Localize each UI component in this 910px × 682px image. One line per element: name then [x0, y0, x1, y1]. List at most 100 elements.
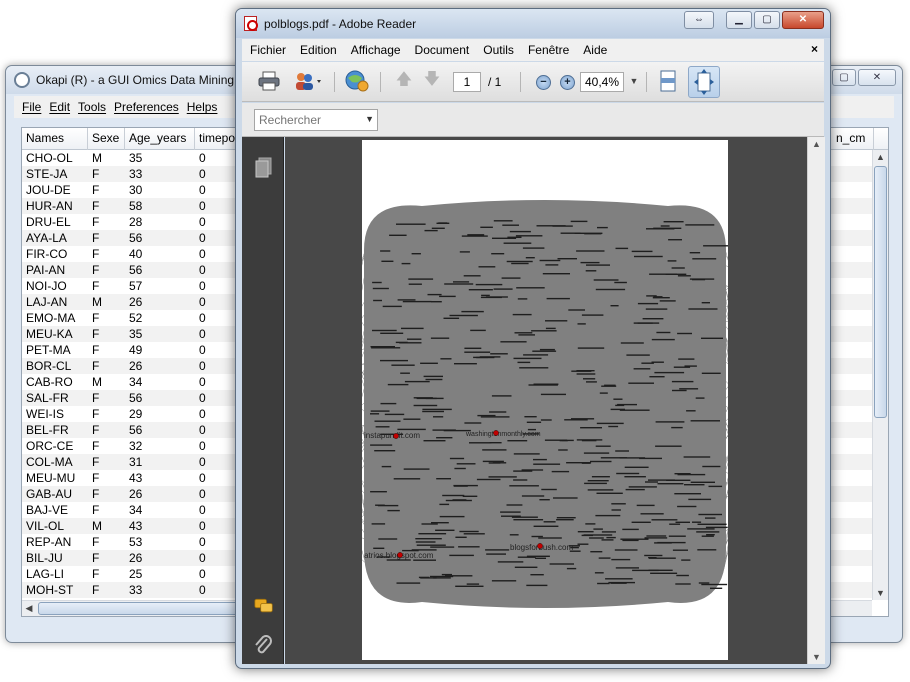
cell-age-years[interactable]: 43	[125, 470, 142, 486]
cell-sexe[interactable]: F	[88, 454, 99, 470]
cell-age-years[interactable]: 57	[125, 278, 142, 294]
reader-minimize-button[interactable]: ▁	[726, 11, 752, 29]
paperclip-icon[interactable]	[254, 635, 274, 657]
cell-sexe[interactable]: F	[88, 502, 99, 518]
cell-sexe[interactable]: F	[88, 278, 99, 294]
cell-names[interactable]: DRU-EL	[22, 214, 71, 230]
column-header-names[interactable]: Names	[22, 128, 88, 150]
reader-close-button[interactable]: ✕	[782, 11, 824, 29]
cell-age-years[interactable]: 26	[125, 294, 142, 310]
okapi-menu-file[interactable]: File	[22, 100, 41, 114]
cell-age-years[interactable]: 49	[125, 342, 142, 358]
cell-sexe[interactable]: F	[88, 470, 99, 486]
cell-names[interactable]: SAL-FR	[22, 390, 69, 406]
search-dropdown-chevron-icon[interactable]: ▼	[365, 114, 374, 124]
cell-names[interactable]: LAG-LI	[22, 566, 64, 582]
cell-timepoint[interactable]: 0	[195, 278, 206, 294]
cell-names[interactable]: COL-MA	[22, 454, 73, 470]
fit-width-icon[interactable]	[656, 70, 680, 92]
close-document-button[interactable]: ×	[811, 42, 818, 56]
menu-affichage[interactable]: Affichage	[351, 43, 401, 57]
cell-age-years[interactable]: 56	[125, 262, 142, 278]
cell-age-years[interactable]: 56	[125, 230, 142, 246]
cell-names[interactable]: BOR-CL	[22, 358, 71, 374]
cell-sexe[interactable]: F	[88, 182, 99, 198]
globe-icon[interactable]	[342, 70, 372, 92]
cell-timepoint[interactable]: 0	[195, 358, 206, 374]
menu-edition[interactable]: Edition	[300, 43, 337, 57]
cell-names[interactable]: NOI-JO	[22, 278, 67, 294]
cell-age-years[interactable]: 30	[125, 182, 142, 198]
menu-document[interactable]: Document	[415, 43, 470, 57]
okapi-vertical-scroll-thumb[interactable]	[874, 166, 887, 418]
cell-timepoint[interactable]: 0	[195, 438, 206, 454]
cell-sexe[interactable]: F	[88, 310, 99, 326]
cell-sexe[interactable]: M	[88, 518, 102, 534]
cell-age-years[interactable]: 31	[125, 454, 142, 470]
cell-names[interactable]: STE-JA	[22, 166, 67, 182]
cell-timepoint[interactable]: 0	[195, 246, 206, 262]
cell-timepoint[interactable]: 0	[195, 518, 206, 534]
cell-names[interactable]: CHO-OL	[22, 150, 73, 166]
reader-maximize-button[interactable]: ▢	[754, 11, 780, 29]
cell-sexe[interactable]: F	[88, 262, 99, 278]
column-header-height-cm[interactable]: n_cm	[832, 128, 874, 150]
cell-timepoint[interactable]: 0	[195, 454, 206, 470]
cell-sexe[interactable]: F	[88, 166, 99, 182]
cell-age-years[interactable]: 52	[125, 310, 142, 326]
cell-age-years[interactable]: 33	[125, 582, 142, 598]
resize-arrows-icon[interactable]: ⇔	[684, 11, 714, 29]
cell-timepoint[interactable]: 0	[195, 550, 206, 566]
zoom-out-icon[interactable]: −	[536, 75, 551, 90]
cell-names[interactable]: MEU-MU	[22, 470, 75, 486]
cell-timepoint[interactable]: 0	[195, 182, 206, 198]
cell-names[interactable]: ORC-CE	[22, 438, 73, 454]
search-box[interactable]: ▼	[254, 109, 378, 131]
cell-names[interactable]: LAJ-AN	[22, 294, 67, 310]
cell-names[interactable]: BAJ-VE	[22, 502, 68, 518]
cell-age-years[interactable]: 56	[125, 390, 142, 406]
cell-age-years[interactable]: 35	[125, 150, 142, 166]
pages-icon[interactable]	[254, 157, 274, 179]
cell-sexe[interactable]: F	[88, 230, 99, 246]
cell-names[interactable]: HUR-AN	[22, 198, 73, 214]
cell-timepoint[interactable]: 0	[195, 262, 206, 278]
cell-sexe[interactable]: F	[88, 390, 99, 406]
okapi-menu-edit[interactable]: Edit	[49, 100, 70, 114]
document-vertical-scrollbar[interactable]: ▲ ▼	[807, 137, 825, 664]
column-header-sexe[interactable]: Sexe	[88, 128, 125, 150]
cell-sexe[interactable]: F	[88, 342, 99, 358]
okapi-close-button[interactable]: ✕	[858, 69, 896, 86]
cell-timepoint[interactable]: 0	[195, 390, 206, 406]
cell-age-years[interactable]: 35	[125, 326, 142, 342]
cell-age-years[interactable]: 28	[125, 214, 142, 230]
cell-names[interactable]: MOH-ST	[22, 582, 73, 598]
doc-scroll-down-arrow-icon[interactable]: ▼	[808, 650, 825, 664]
scroll-down-arrow-icon[interactable]: ▼	[873, 586, 888, 600]
okapi-menu-tools[interactable]: Tools	[78, 100, 106, 114]
cell-names[interactable]: AYA-LA	[22, 230, 67, 246]
cell-age-years[interactable]: 26	[125, 358, 142, 374]
menu-outils[interactable]: Outils	[483, 43, 514, 57]
cell-age-years[interactable]: 29	[125, 406, 142, 422]
cell-sexe[interactable]: F	[88, 438, 99, 454]
cell-timepoint[interactable]: 0	[195, 566, 206, 582]
arrow-up-icon[interactable]: 🡅	[392, 70, 416, 92]
reader-titlebar[interactable]: polblogs.pdf - Adobe Reader ⇔ ▁ ▢ ✕	[236, 9, 830, 38]
cell-names[interactable]: PET-MA	[22, 342, 71, 358]
okapi-menu-helps[interactable]: Helps	[187, 100, 218, 114]
cell-sexe[interactable]: F	[88, 534, 99, 550]
cell-names[interactable]: PAI-AN	[22, 262, 65, 278]
search-input[interactable]	[255, 110, 363, 130]
cell-names[interactable]: BIL-JU	[22, 550, 63, 566]
cell-timepoint[interactable]: 0	[195, 342, 206, 358]
cell-sexe[interactable]: M	[88, 294, 102, 310]
menu-aide[interactable]: Aide	[583, 43, 607, 57]
zoom-dropdown-chevron-icon[interactable]: ▼	[628, 70, 640, 92]
cell-sexe[interactable]: F	[88, 486, 99, 502]
comments-icon[interactable]	[254, 595, 274, 617]
scroll-up-arrow-icon[interactable]: ▲	[873, 150, 888, 164]
cell-names[interactable]: GAB-AU	[22, 486, 72, 502]
cell-sexe[interactable]: F	[88, 198, 99, 214]
cell-timepoint[interactable]: 0	[195, 150, 206, 166]
